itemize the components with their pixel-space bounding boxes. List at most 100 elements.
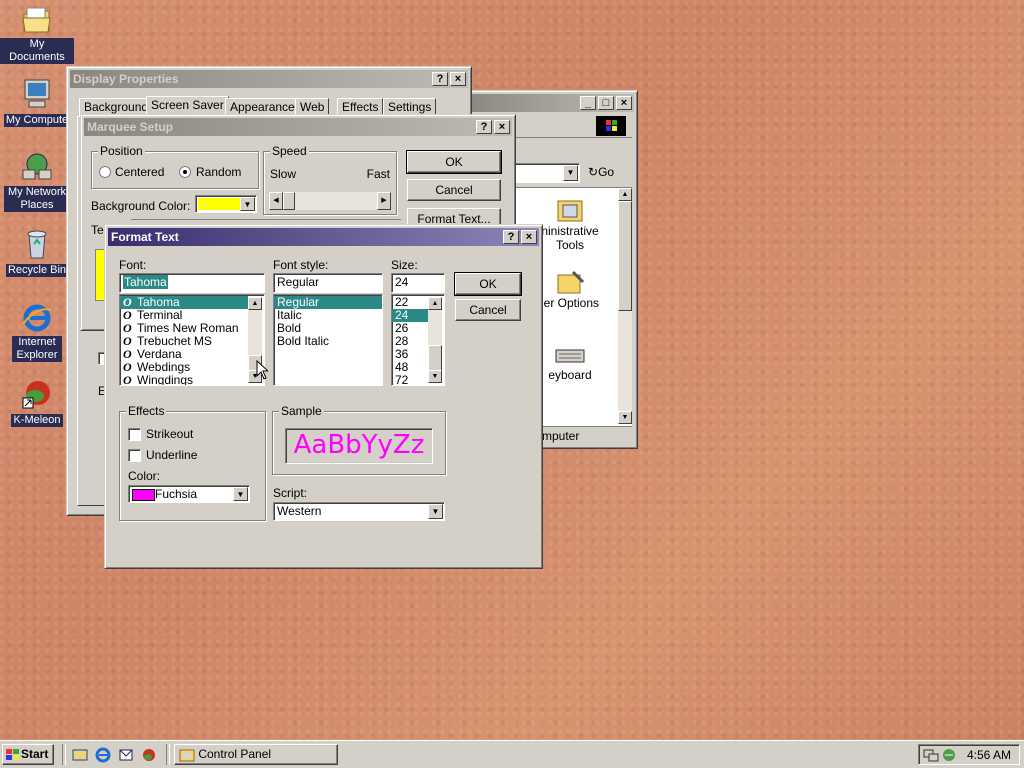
strikeout-label: Strikeout xyxy=(146,427,194,441)
font-style-list-items: Regular Italic Bold Bold Italic xyxy=(274,296,382,348)
desktop-icon-internet-explorer[interactable]: Internet Explorer xyxy=(0,302,74,362)
display-properties-titlebar: Display Properties ? × xyxy=(70,70,468,88)
quick-launch-ie-icon[interactable] xyxy=(95,747,111,763)
size-list-items: 22 24 26 28 36 48 72 xyxy=(392,296,428,386)
go-button[interactable]: ↻Go xyxy=(588,165,614,179)
scroll-down-button[interactable]: ▼ xyxy=(428,370,442,383)
control-panel-titlebar: _ □ × xyxy=(466,94,634,112)
mouse-cursor-icon xyxy=(256,359,270,383)
effects-group: Effects Strikeout Underline Color: Fuchs… xyxy=(119,404,266,521)
close-button[interactable]: × xyxy=(521,230,537,244)
speed-thumb[interactable] xyxy=(283,192,295,210)
chevron-down-icon[interactable]: ▼ xyxy=(563,165,578,181)
scroll-up-button[interactable]: ▲ xyxy=(428,297,442,310)
centered-radio[interactable] xyxy=(99,166,111,178)
strikeout-checkbox[interactable] xyxy=(128,428,141,441)
scroll-thumb[interactable] xyxy=(428,345,442,371)
font-style-input[interactable]: Regular xyxy=(273,273,383,293)
scroll-up-button[interactable]: ▲ xyxy=(618,188,632,201)
desktop-icon-label: Recycle Bin xyxy=(5,264,69,277)
background-color-select[interactable]: ▼ xyxy=(195,195,257,213)
k-meleon-icon xyxy=(21,378,53,410)
scroll-up-button[interactable]: ▲ xyxy=(248,297,262,310)
task-control-panel-button[interactable]: Control Panel xyxy=(174,744,338,765)
size-list-item[interactable]: 72 xyxy=(392,374,428,386)
underline-label: Underline xyxy=(146,448,198,462)
help-button[interactable]: ? xyxy=(503,230,519,244)
windows-logo-icon xyxy=(596,116,626,136)
desktop-icon-my-computer[interactable]: My Compute xyxy=(0,78,74,127)
taskbar: Start Control Panel 4:56 AM xyxy=(0,740,1024,768)
desktop-icon-my-documents[interactable]: My Documents xyxy=(0,4,74,64)
size-list-scrollbar[interactable]: ▲ ▼ xyxy=(428,297,442,383)
background-color-label: Background Color: xyxy=(91,199,191,213)
random-label: Random xyxy=(196,165,242,179)
close-button[interactable]: × xyxy=(494,120,510,134)
underline-checkbox[interactable] xyxy=(128,449,141,462)
internet-explorer-icon xyxy=(21,302,53,334)
color-swatch xyxy=(132,489,155,501)
font-style-list-item[interactable]: Bold Italic xyxy=(274,335,382,348)
volume-tray-icon[interactable] xyxy=(941,747,957,763)
recycle-bin-icon xyxy=(21,228,53,260)
scroll-down-button[interactable]: ▼ xyxy=(618,411,632,424)
chevron-down-icon[interactable]: ▼ xyxy=(240,197,255,211)
speed-group: Speed Slow Fast ◀ ▶ xyxy=(263,144,397,215)
ok-button[interactable]: OK xyxy=(406,150,502,174)
desktop-icon-label: K-Meleon xyxy=(11,414,63,427)
help-button[interactable]: ? xyxy=(432,72,448,86)
quick-launch-outlook-icon[interactable] xyxy=(118,747,134,763)
clock: 4:56 AM xyxy=(966,748,1011,762)
size-input[interactable]: 24 xyxy=(391,273,445,293)
color-select[interactable]: Fuchsia ▼ xyxy=(128,485,250,503)
close-button[interactable]: × xyxy=(450,72,466,86)
help-button[interactable]: ? xyxy=(476,120,492,134)
chevron-down-icon[interactable]: ▼ xyxy=(428,504,443,519)
quick-launch-desktop-icon[interactable] xyxy=(72,747,88,763)
maximize-button[interactable]: □ xyxy=(598,96,614,110)
font-list[interactable]: O Tahoma O Terminal O Times New Roman O Trebuch… xyxy=(119,294,265,386)
close-button[interactable]: × xyxy=(616,96,632,110)
scroll-thumb[interactable] xyxy=(618,201,632,311)
size-list[interactable]: 22 24 26 28 36 48 72 ▲ ▼ xyxy=(391,294,445,386)
font-input[interactable]: Tahoma xyxy=(119,273,265,293)
color-label: Color: xyxy=(128,469,161,483)
text-group-label: Te xyxy=(91,223,104,237)
minimize-button[interactable]: _ xyxy=(580,96,596,110)
script-select[interactable]: Western ▼ xyxy=(273,502,445,521)
network-tray-icon[interactable] xyxy=(923,747,939,763)
tab-screen-saver[interactable]: Screen Saver xyxy=(146,96,229,116)
chevron-down-icon[interactable]: ▼ xyxy=(233,487,248,501)
desktop-icon-label: My Documents xyxy=(0,38,74,64)
vertical-scrollbar[interactable]: ▲ ▼ xyxy=(618,188,632,424)
format-text-titlebar: Format Text ? × xyxy=(108,228,539,246)
font-style-label: Font style: xyxy=(273,258,329,272)
task-separator xyxy=(166,744,170,765)
desktop-icon-label: My Network Places xyxy=(4,186,70,212)
cancel-button[interactable]: Cancel xyxy=(407,179,501,201)
desktop-icon-my-network-places[interactable]: My Network Places xyxy=(0,152,74,212)
background-color-swatch xyxy=(198,198,240,210)
cancel-button[interactable]: Cancel xyxy=(455,299,521,321)
font-label: Font: xyxy=(119,258,147,272)
folder-icon xyxy=(21,4,53,36)
speed-slider[interactable]: ◀ ▶ xyxy=(269,192,391,210)
quick-launch-k-meleon-icon[interactable] xyxy=(141,747,157,763)
desktop-icon-k-meleon[interactable]: K-Meleon xyxy=(0,378,74,427)
admin-tools-icon xyxy=(555,196,585,224)
start-button[interactable]: Start xyxy=(2,744,54,765)
scroll-left-button[interactable]: ◀ xyxy=(269,192,283,210)
slow-label: Slow xyxy=(270,167,297,181)
window-title: Display Properties xyxy=(73,72,179,86)
font-style-list[interactable]: Regular Italic Bold Bold Italic xyxy=(273,294,383,386)
folder-options-icon xyxy=(555,268,585,296)
format-text-dialog: Format Text ? × Font: Tahoma O Tahoma O Ter… xyxy=(104,224,543,569)
ok-button[interactable]: OK xyxy=(454,272,522,296)
scroll-right-button[interactable]: ▶ xyxy=(377,192,391,210)
quick-launch-separator xyxy=(62,744,66,765)
window-title: Marquee Setup xyxy=(87,120,174,134)
desktop-icon-recycle-bin[interactable]: Recycle Bin xyxy=(0,228,74,277)
random-radio[interactable] xyxy=(179,166,191,178)
sample-group: Sample AaBbYyZz xyxy=(272,404,446,475)
font-list-item[interactable]: O Wingdings xyxy=(120,374,248,386)
